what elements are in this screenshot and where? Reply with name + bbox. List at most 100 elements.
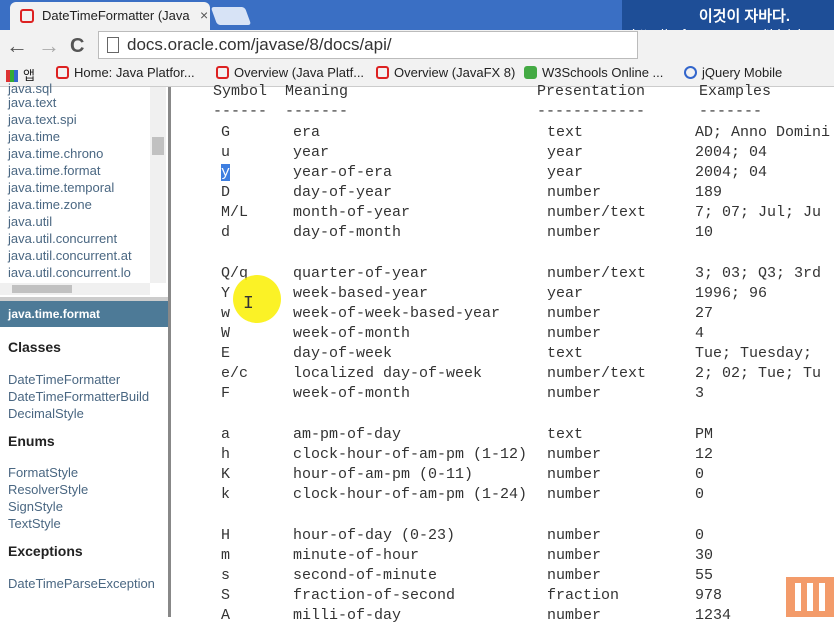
table-cell: number (547, 547, 602, 564)
exception-link[interactable]: DateTimeParseException (8, 576, 155, 591)
package-list-hscrollbar[interactable] (0, 283, 150, 295)
table-cell: number (547, 486, 602, 503)
package-link[interactable]: java.time (8, 129, 60, 144)
package-link[interactable]: java.time.chrono (8, 146, 103, 161)
package-link[interactable]: java.text.spi (8, 112, 77, 127)
table-cell: am-pm-of-day (293, 426, 402, 443)
table-cell: E (221, 345, 231, 362)
header-rule: ------- (285, 103, 349, 120)
table-cell: F (221, 385, 231, 402)
bookmark-java-overview[interactable]: Overview (Java Platf... (216, 65, 364, 80)
table-cell: month-of-year (293, 204, 411, 221)
header-examples: Examples (699, 83, 772, 100)
table-cell: d (221, 224, 231, 241)
class-link[interactable]: DateTimeFormatterBuild (8, 389, 149, 404)
table-cell: 0 (695, 486, 705, 503)
table-cell: a (221, 426, 231, 443)
enum-link[interactable]: SignStyle (8, 499, 63, 514)
hscrollbar-thumb[interactable] (12, 285, 72, 293)
package-link[interactable]: java.util.concurrent (8, 231, 117, 246)
table-cell: number (547, 325, 602, 342)
table-cell: 3 (695, 385, 705, 402)
table-cell: milli-of-day (293, 607, 402, 624)
table-cell: e/c (221, 365, 249, 382)
oracle-favicon-icon (20, 9, 34, 23)
table-cell: text (547, 345, 584, 362)
text-cursor-icon: I (243, 294, 254, 314)
table-cell: A (221, 607, 231, 624)
table-cell: 30 (695, 547, 714, 564)
table-cell: D (221, 184, 231, 201)
table-cell: 978 (695, 587, 723, 604)
table-cell: S (221, 587, 231, 604)
table-cell: G (221, 124, 231, 141)
browser-tab[interactable]: DateTimeFormatter (Java × (10, 2, 210, 30)
table-cell: Tue; Tuesday; (695, 345, 813, 362)
package-list-scrollbar[interactable] (150, 87, 166, 283)
w3schools-icon (524, 66, 537, 79)
package-link[interactable]: java.sql (8, 81, 52, 96)
bookmark-jquery-mobile[interactable]: jQuery Mobile (684, 65, 782, 80)
table-cell: number (547, 446, 602, 463)
table-cell: number (547, 527, 602, 544)
table-cell: 7; 07; Jul; Ju (695, 204, 822, 221)
package-link[interactable]: java.text (8, 95, 56, 110)
table-cell: h (221, 446, 231, 463)
bookmark-javafx-overview[interactable]: Overview (JavaFX 8) (376, 65, 515, 80)
table-cell: 55 (695, 567, 714, 584)
table-cell: 2; 02; Tue; Tu (695, 365, 822, 382)
table-cell: text (547, 124, 584, 141)
table-cell: 4 (695, 325, 705, 342)
table-cell: number (547, 305, 602, 322)
table-cell: era (293, 124, 321, 141)
back-icon[interactable]: ← (6, 33, 28, 59)
table-cell: 3; 03; Q3; 3rd (695, 265, 822, 282)
table-cell: number (547, 385, 602, 402)
scrollbar-thumb[interactable] (152, 137, 164, 155)
new-tab-button[interactable] (210, 7, 252, 25)
package-link[interactable]: java.util (8, 214, 52, 229)
header-rule: ------ (213, 103, 268, 120)
table-cell: week-of-month (293, 385, 411, 402)
reload-icon[interactable]: C (70, 35, 84, 58)
selected-text[interactable]: y (221, 164, 231, 181)
package-link[interactable]: java.util.concurrent.at (8, 248, 132, 263)
address-bar[interactable]: docs.oracle.com/javase/8/docs/api/ (98, 31, 638, 59)
package-link[interactable]: java.time.format (8, 163, 100, 178)
table-cell: fraction-of-second (293, 587, 456, 604)
table-cell: u (221, 144, 231, 161)
class-link[interactable]: DecimalStyle (8, 406, 84, 421)
class-link[interactable]: DateTimeFormatter (8, 372, 120, 387)
package-link[interactable]: java.time.zone (8, 197, 92, 212)
forward-icon[interactable]: → (38, 33, 60, 59)
table-cell: s (221, 567, 231, 584)
table-cell: number/text (547, 365, 647, 382)
table-cell: M/L (221, 204, 249, 221)
table-cell: number (547, 184, 602, 201)
table-cell: 1996; 96 (695, 285, 768, 302)
table-cell: number/text (547, 204, 647, 221)
table-cell: 0 (695, 527, 705, 544)
bookmark-java-home[interactable]: Home: Java Platfor... (56, 65, 195, 80)
table-cell: k (221, 486, 231, 503)
classes-heading: Classes (8, 339, 61, 355)
tab-close-icon[interactable]: × (200, 7, 208, 23)
enum-link[interactable]: TextStyle (8, 516, 61, 531)
table-cell: day-of-year (293, 184, 393, 201)
table-cell: number (547, 607, 602, 624)
table-cell: number (547, 466, 602, 483)
table-cell: 1234 (695, 607, 732, 624)
pattern-table: Symbol Meaning Presentation Examples ---… (171, 83, 834, 624)
package-link[interactable]: java.time.temporal (8, 180, 114, 195)
oracle-bookmark-icon (56, 66, 69, 79)
table-cell: m (221, 547, 231, 564)
enum-link[interactable]: FormatStyle (8, 465, 78, 480)
table-cell: W (221, 325, 231, 342)
enum-link[interactable]: ResolverStyle (8, 482, 88, 497)
table-cell: day-of-month (293, 224, 402, 241)
package-link[interactable]: java.util.concurrent.lo (8, 265, 131, 277)
page-icon (107, 37, 119, 53)
table-cell: H (221, 527, 231, 544)
table-cell: week-based-year (293, 285, 429, 302)
bookmark-w3schools[interactable]: W3Schools Online ... (524, 65, 663, 80)
